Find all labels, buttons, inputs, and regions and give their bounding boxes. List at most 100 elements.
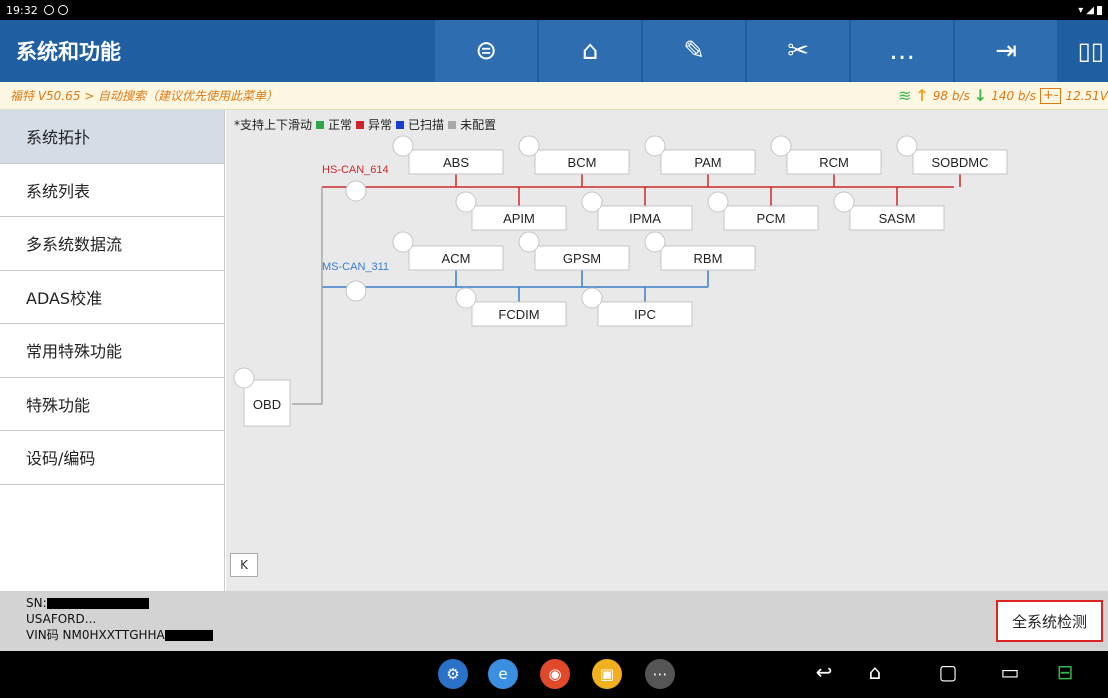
module-label: PAM xyxy=(694,155,721,170)
module-fcdim[interactable]: FCDIM xyxy=(455,287,567,327)
module-abs[interactable]: ABS xyxy=(392,135,504,175)
vehicle-logo-icon: ⊜ xyxy=(475,36,497,66)
module-status-dot xyxy=(644,135,666,157)
edit-button[interactable]: ✎ xyxy=(643,20,746,82)
module-apim[interactable]: APIM xyxy=(455,191,567,231)
module-status-dot xyxy=(581,191,603,213)
topology-panel: *支持上下滑动 正常 异常 已扫描 未配置 ABS BCM PAM RCM SOBDMC API… xyxy=(226,110,1108,591)
chat-notification-icon xyxy=(57,5,68,15)
status-time: 19:32 xyxy=(6,3,38,17)
module-label: APIM xyxy=(503,211,535,226)
hs-can-label: HS-CAN_614 xyxy=(322,164,389,176)
edit-icon: ✎ xyxy=(683,36,705,66)
download-arrow-icon: ↓ xyxy=(973,86,988,105)
ms-can-node-icon xyxy=(345,280,367,302)
module-ipc[interactable]: IPC xyxy=(581,287,693,327)
breadcrumb-bar: 福特 V50.65 > 自动搜索（建议优先使用此菜单） ≋ ↑ 98 b/s ↓… xyxy=(0,82,1108,110)
module-status-dot xyxy=(455,191,477,213)
signal-icon: ◢ xyxy=(1086,4,1094,16)
obd-trunk-line xyxy=(292,187,323,405)
module-label: FCDIM xyxy=(498,307,539,322)
module-status-dot xyxy=(707,191,729,213)
module-label: SOBDMC xyxy=(931,155,988,170)
module-label: BCM xyxy=(568,155,597,170)
battery-voltage: 12.51V xyxy=(1065,88,1108,103)
recorder-app-icon[interactable]: ▣ xyxy=(592,659,622,689)
tools-button[interactable]: ✂ xyxy=(747,20,850,82)
module-status-dot xyxy=(896,135,918,157)
tools-icon: ✂ xyxy=(787,36,809,66)
module-pam[interactable]: PAM xyxy=(644,135,756,175)
module-status-dot xyxy=(644,231,666,253)
module-acm[interactable]: ACM xyxy=(392,231,504,271)
sidebar-item[interactable]: 设码/编码 xyxy=(0,431,224,485)
home-icon: ⌂ xyxy=(581,36,599,66)
module-sasm[interactable]: SASM xyxy=(833,191,945,231)
module-pcm[interactable]: PCM xyxy=(707,191,819,231)
full-system-scan-button[interactable]: 全系统检测 xyxy=(996,600,1103,642)
collapse-sidebar-button[interactable]: K xyxy=(230,553,258,577)
sidebar-item[interactable]: 系统列表 xyxy=(0,163,224,217)
sidebar-item[interactable]: 系统拓扑 xyxy=(0,110,224,164)
browser-app-icon[interactable]: e xyxy=(488,659,518,689)
settings-app-icon[interactable]: ⚙ xyxy=(438,659,468,689)
download-rate: 140 b/s xyxy=(991,88,1036,103)
vehicle-logo-button[interactable]: ⊜ xyxy=(435,20,538,82)
recents-icon[interactable]: ▢ xyxy=(933,660,963,684)
wifi-status-icon: ▾ xyxy=(1078,4,1084,16)
module-status-dot xyxy=(392,231,414,253)
module-gpsm[interactable]: GPSM xyxy=(518,231,630,271)
sidebar: 系统拓扑 系统列表 多系统数据流 ADAS校准 常用特殊功能 特殊功能 设码/编码 xyxy=(0,110,225,591)
obd-status-dot xyxy=(233,367,255,389)
module-label: GPSM xyxy=(563,251,601,266)
sidebar-item[interactable]: 特殊功能 xyxy=(0,377,224,431)
sidebar-item[interactable]: 多系统数据流 xyxy=(0,217,224,271)
exit-icon: ⇥ xyxy=(995,36,1017,66)
page-title: 系统和功能 xyxy=(16,40,121,64)
split-view-icon[interactable]: ▯▯ xyxy=(1057,20,1108,82)
module-label: IPMA xyxy=(629,211,661,226)
breadcrumb: 福特 V50.65 > 自动搜索（建议优先使用此菜单） xyxy=(10,89,279,103)
module-status-dot xyxy=(518,231,540,253)
upload-arrow-icon: ↑ xyxy=(915,86,929,105)
app-header: 系统和功能 ⊜ ⌂ ✎ ✂ … ⇥ ▯▯ xyxy=(0,20,1108,82)
obd-node[interactable]: OBD xyxy=(233,367,291,427)
home-button[interactable]: ⌂ xyxy=(539,20,642,82)
sidebar-item[interactable]: ADAS校准 xyxy=(0,270,224,324)
module-rbm[interactable]: RBM xyxy=(644,231,756,271)
exit-button[interactable]: ⇥ xyxy=(955,20,1058,82)
vehicle-info: SN: USAFORD... VIN码 NM0HXXTTGHHA xyxy=(26,595,213,643)
vehicle-info-bar: SN: USAFORD... VIN码 NM0HXXTTGHHA 全系统检测 xyxy=(0,591,1108,651)
vci-icon[interactable]: ⊟ xyxy=(1050,660,1080,684)
hs-can-node-icon xyxy=(345,180,367,202)
module-sobdmc[interactable]: SOBDMC xyxy=(896,135,1008,175)
vehicle-model: USAFORD... xyxy=(26,612,97,626)
back-icon[interactable]: ↩ xyxy=(809,660,839,684)
module-status-dot xyxy=(518,135,540,157)
sidebar-item[interactable]: 常用特殊功能 xyxy=(0,324,224,378)
chat-icon: … xyxy=(889,36,916,66)
module-status-dot xyxy=(770,135,792,157)
wifi-icon: ≋ xyxy=(897,86,912,105)
upload-rate: 98 b/s xyxy=(932,88,970,103)
module-status-dot xyxy=(833,191,855,213)
battery-icon xyxy=(1097,5,1102,15)
module-label: SASM xyxy=(879,211,916,226)
app-drawer-icon[interactable]: ⋯ xyxy=(645,659,675,689)
module-label: IPC xyxy=(634,307,656,322)
module-rcm[interactable]: RCM xyxy=(770,135,882,175)
android-nav-bar: ⚙ e ◉ ▣ ⋯ ↩ ⌂ ▢ ▭ ⊟ xyxy=(0,651,1108,698)
home-nav-icon[interactable]: ⌂ xyxy=(860,660,890,684)
status-bar: 19:32 ▾ ◢ xyxy=(0,0,1108,20)
chrome-app-icon[interactable]: ◉ xyxy=(540,659,570,689)
notification-icon xyxy=(43,5,54,15)
module-label: RCM xyxy=(819,155,849,170)
chat-button[interactable]: … xyxy=(851,20,954,82)
module-ipma[interactable]: IPMA xyxy=(581,191,693,231)
module-label: ACM xyxy=(442,251,471,266)
gallery-icon[interactable]: ▭ xyxy=(995,660,1025,684)
module-status-dot xyxy=(581,287,603,309)
module-bcm[interactable]: BCM xyxy=(518,135,630,175)
module-status-dot xyxy=(455,287,477,309)
redacted-sn xyxy=(46,598,149,609)
